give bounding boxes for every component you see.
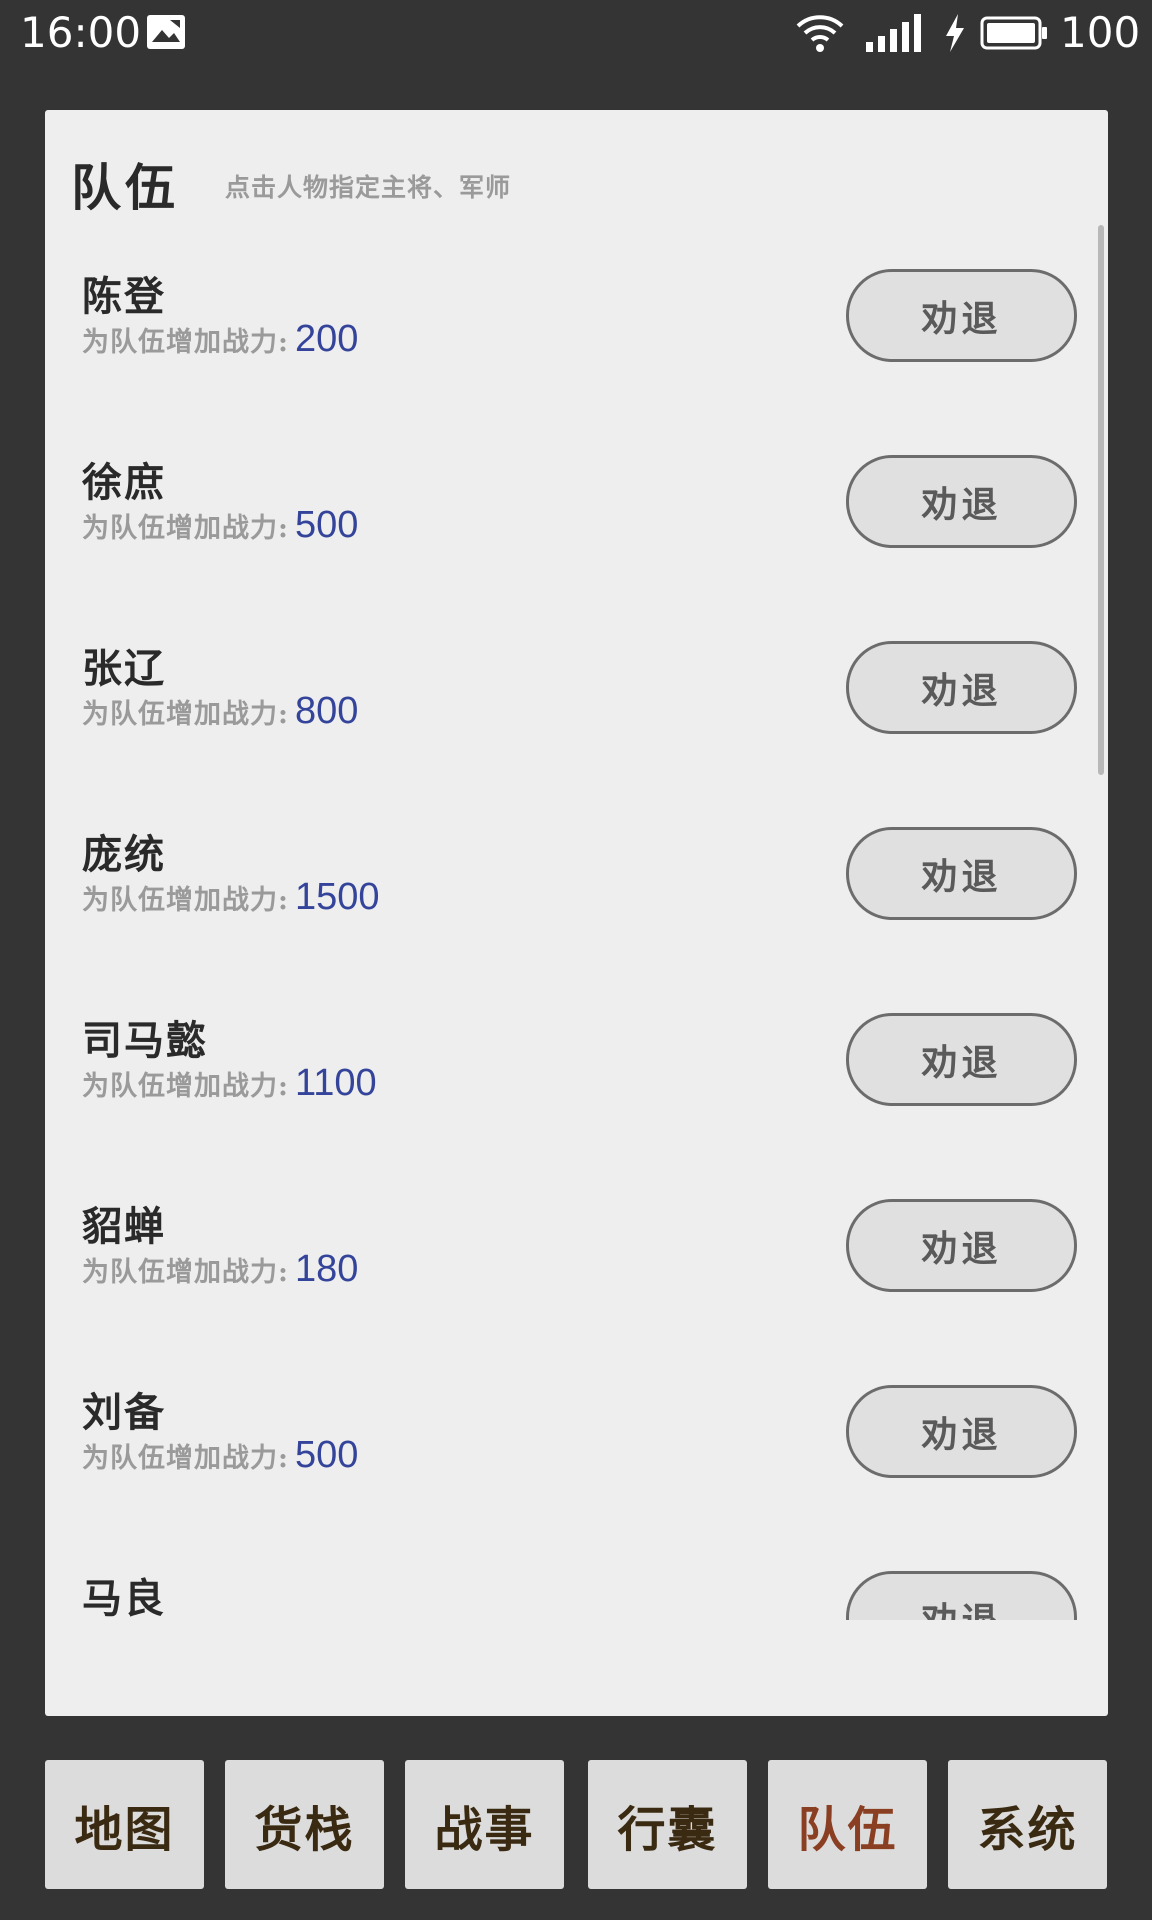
dismiss-button[interactable]: 劝退 [846,1385,1077,1478]
tab-store[interactable]: 货栈 [225,1760,384,1889]
charging-icon [944,14,966,56]
hero-row[interactable]: 徐庶 为队伍增加战力: 500 劝退 [45,416,1108,602]
signal-icon [866,14,924,56]
power-label: 为队伍增加战力: [82,1071,289,1102]
power-line: 为队伍增加战力: 180 [82,1248,358,1291]
hero-row[interactable]: 马良 为队伍增加战力:500 劝退 [45,1532,1108,1620]
battery-icon [980,16,1048,54]
image-notification-icon [146,14,186,54]
power-label: 为队伍增加战力: [82,699,289,730]
power-label: 为队伍增加战力: [82,1257,289,1288]
hero-name: 司马懿 [82,1017,208,1064]
tab-map[interactable]: 地图 [45,1760,204,1889]
hero-row[interactable]: 陈登 为队伍增加战力: 200 劝退 [45,230,1108,416]
status-time: 16:00 [20,8,142,57]
wifi-icon [796,12,844,58]
power-line: 为队伍增加战力: 500 [82,1434,358,1477]
hero-list[interactable]: 陈登 为队伍增加战力: 200 劝退 徐庶 为队伍增加战力: 500 劝退 张辽 为… [45,230,1108,1620]
power-value: 800 [294,690,359,732]
dismiss-button[interactable]: 劝退 [846,1013,1077,1106]
hero-name: 张辽 [82,645,166,692]
status-bar: 16:00 100 [0,0,1152,66]
bottom-nav: 地图 货栈 战事 行囊 队伍 系统 [0,1760,1152,1890]
dismiss-button[interactable]: 劝退 [846,269,1077,362]
power-value: 500 [294,504,359,546]
page-title: 队伍 [71,158,179,217]
dismiss-button[interactable]: 劝退 [846,455,1077,548]
power-label: 为队伍增加战力: [82,327,289,358]
hero-row[interactable]: 庞统 为队伍增加战力: 1500 劝退 [45,788,1108,974]
hero-name: 刘备 [82,1389,166,1436]
power-value: 1500 [294,876,380,918]
hero-row[interactable]: 貂蝉 为队伍增加战力: 180 劝退 [45,1160,1108,1346]
power-line: 为队伍增加战力: 1500 [82,876,380,919]
power-value: 200 [294,318,359,360]
team-panel: 队伍 点击人物指定主将、军师 陈登 为队伍增加战力: 200 劝退 徐庶 为队伍增… [45,110,1108,1716]
hero-row[interactable]: 刘备 为队伍增加战力: 500 劝退 [45,1346,1108,1532]
power-line: 为队伍增加战力: 500 [82,504,358,547]
power-line: 为队伍增加战力: 1100 [82,1062,377,1105]
power-label: 为队伍增加战力: [82,513,289,544]
dismiss-button[interactable]: 劝退 [846,1571,1077,1620]
tab-system[interactable]: 系统 [948,1760,1107,1889]
tab-team[interactable]: 队伍 [768,1760,927,1889]
page-subtitle: 点击人物指定主将、军师 [225,173,512,202]
dismiss-button[interactable]: 劝退 [846,827,1077,920]
power-value: 500 [294,1434,359,1476]
tab-battle[interactable]: 战事 [405,1760,564,1889]
hero-name: 马良 [82,1575,166,1620]
power-line: 为队伍增加战力: 200 [82,318,358,361]
hero-row[interactable]: 司马懿 为队伍增加战力: 1100 劝退 [45,974,1108,1160]
hero-name: 陈登 [82,273,166,320]
list-scrollbar[interactable] [1098,225,1104,775]
hero-name: 貂蝉 [82,1203,166,1250]
power-label: 为队伍增加战力: [82,1443,289,1474]
power-value: 180 [294,1248,359,1290]
hero-name: 徐庶 [82,459,166,506]
battery-level: 100 [1060,8,1141,57]
dismiss-button[interactable]: 劝退 [846,1199,1077,1292]
dismiss-button[interactable]: 劝退 [846,641,1077,734]
hero-name: 庞统 [82,831,166,878]
tab-bag[interactable]: 行囊 [588,1760,747,1889]
power-line: 为队伍增加战力: 800 [82,690,358,733]
power-label: 为队伍增加战力: [82,885,289,916]
hero-row[interactable]: 张辽 为队伍增加战力: 800 劝退 [45,602,1108,788]
power-value: 1100 [294,1062,377,1104]
